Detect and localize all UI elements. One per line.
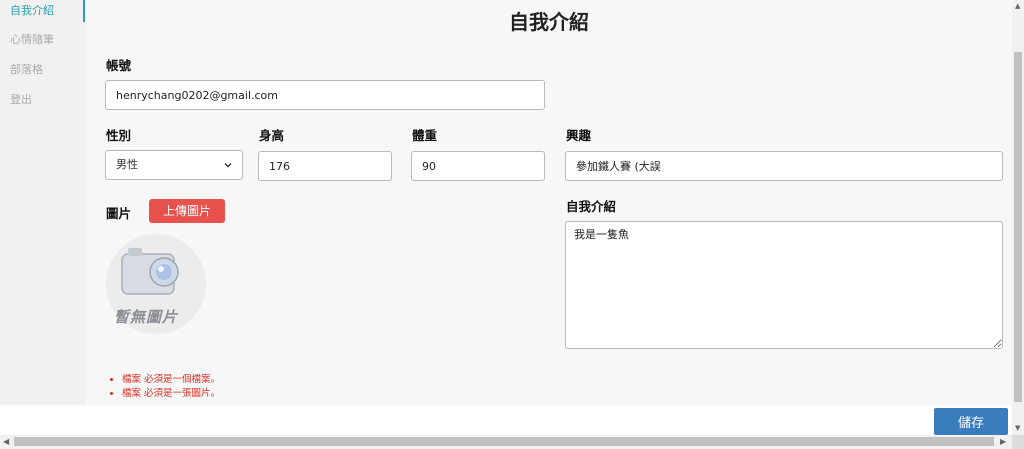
account-label: 帳號 bbox=[106, 58, 132, 73]
vertical-scroll-thumb[interactable] bbox=[1014, 52, 1022, 402]
vertical-scrollbar[interactable]: ▲ ▼ bbox=[1012, 0, 1024, 435]
picture-label: 圖片 bbox=[106, 206, 132, 221]
scroll-down-icon[interactable]: ▼ bbox=[1015, 424, 1020, 432]
gender-label: 性別 bbox=[106, 128, 132, 143]
gender-select[interactable]: 男性 bbox=[105, 150, 243, 180]
sidebar-item-about[interactable]: 自我介紹 bbox=[10, 2, 54, 18]
height-field[interactable] bbox=[258, 151, 392, 181]
gender-select-value: 男性 bbox=[116, 158, 138, 171]
account-field[interactable] bbox=[105, 80, 545, 110]
sidebar-active-indicator bbox=[83, 0, 85, 22]
intro-field[interactable]: 我是一隻魚 bbox=[565, 221, 1003, 349]
height-label: 身高 bbox=[259, 128, 285, 143]
sidebar-item-logout[interactable]: 登出 bbox=[10, 91, 32, 107]
save-button[interactable]: 儲存 bbox=[934, 408, 1008, 435]
horizontal-scrollbar[interactable]: ◀ ▶ bbox=[0, 435, 1012, 449]
hobby-field[interactable] bbox=[565, 151, 1003, 181]
page-title: 自我介紹 bbox=[509, 10, 589, 34]
hobby-label: 興趣 bbox=[566, 128, 592, 143]
scrollbar-corner bbox=[1012, 435, 1024, 449]
sidebar-item-blog[interactable]: 部落格 bbox=[10, 61, 43, 77]
chevron-down-icon bbox=[224, 163, 232, 168]
no-image-placeholder: 暫無圖片 bbox=[106, 234, 206, 334]
weight-field[interactable] bbox=[411, 151, 545, 181]
intro-label: 自我介紹 bbox=[566, 199, 617, 214]
no-image-text: 暫無圖片 bbox=[114, 308, 179, 326]
sidebar: 自我介紹 心情隨筆 部落格 登出 bbox=[0, 0, 86, 405]
scroll-left-icon[interactable]: ◀ bbox=[3, 437, 9, 446]
weight-label: 體重 bbox=[412, 128, 438, 143]
horizontal-scroll-thumb[interactable] bbox=[14, 437, 994, 446]
upload-image-button[interactable]: 上傳圖片 bbox=[149, 199, 226, 223]
error-message: 檔案 必須是一張圖片。 bbox=[122, 387, 220, 401]
error-list: 檔案 必須是一個檔案。 檔案 必須是一張圖片。 bbox=[110, 373, 220, 401]
sidebar-item-diary[interactable]: 心情隨筆 bbox=[10, 31, 54, 47]
scroll-up-icon[interactable]: ▲ bbox=[1015, 2, 1020, 10]
scroll-right-icon[interactable]: ▶ bbox=[1000, 437, 1006, 446]
main-content: 自我介紹 帳號 性別 男性 身高 體重 興趣 圖片 上傳圖片 暫無圖片 自我介紹… bbox=[86, 0, 1012, 405]
error-message: 檔案 必須是一個檔案。 bbox=[122, 373, 220, 387]
